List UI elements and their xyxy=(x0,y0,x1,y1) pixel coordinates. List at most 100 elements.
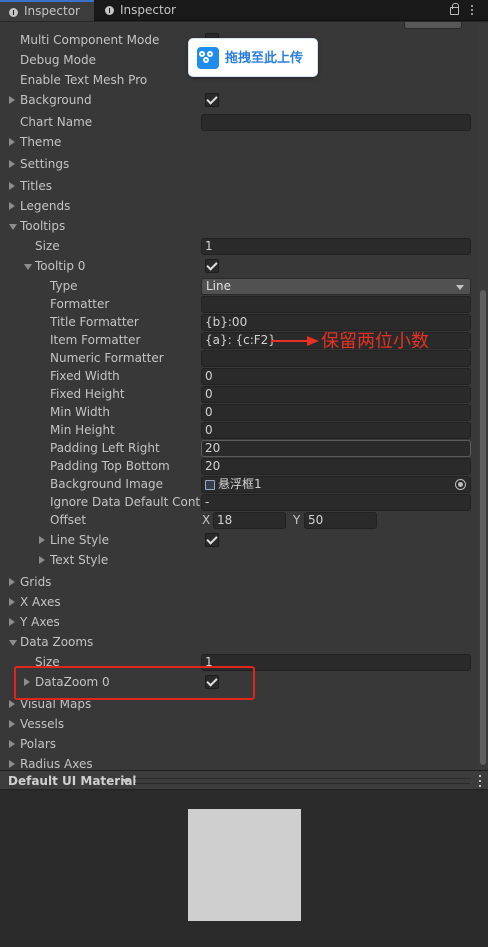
inspector-row: Tooltips xyxy=(0,217,488,235)
upload-button[interactable]: 拖拽至此上传 xyxy=(188,38,318,77)
value-field[interactable]: 1 xyxy=(201,238,471,255)
cloud-upload-icon xyxy=(197,47,219,69)
row-label[interactable]: Text Style xyxy=(50,551,200,569)
tab-actions xyxy=(448,3,482,17)
row-label[interactable]: Radius Axes xyxy=(20,755,93,770)
foldout-closed-icon[interactable] xyxy=(9,160,15,168)
offset-y-field[interactable]: 50 xyxy=(304,512,377,529)
row-label: Fixed Width xyxy=(50,369,120,383)
inspector-row: Y Axes xyxy=(0,613,488,631)
material-title: Default UI Material xyxy=(8,774,137,788)
inspector-row: Data Zooms xyxy=(0,633,488,651)
row-label: Offset xyxy=(50,513,87,527)
inspector-row: Theme xyxy=(0,133,488,151)
row-label[interactable]: Titles xyxy=(20,177,52,195)
foldout-open-icon[interactable] xyxy=(9,224,17,230)
tab-label: Inspector xyxy=(120,3,176,17)
sprite-icon xyxy=(205,480,215,490)
row-label[interactable]: Background xyxy=(20,91,92,109)
material-header[interactable]: Default UI Material xyxy=(0,770,488,790)
foldout-open-icon[interactable] xyxy=(9,640,17,646)
foldout-closed-icon[interactable] xyxy=(9,740,15,748)
foldout-closed-icon[interactable] xyxy=(9,182,15,190)
foldout-open-icon[interactable] xyxy=(24,264,32,270)
foldout-closed-icon[interactable] xyxy=(9,598,15,606)
foldout-closed-icon[interactable] xyxy=(9,138,15,146)
row-label[interactable]: Line Style xyxy=(50,531,200,549)
foldout-closed-icon[interactable] xyxy=(9,202,15,210)
inspector-row: Settings xyxy=(0,155,488,173)
toggle-checkbox[interactable] xyxy=(205,259,219,273)
value-field[interactable]: - xyxy=(201,494,471,511)
value-field[interactable]: 0 xyxy=(201,404,471,421)
foldout-closed-icon[interactable] xyxy=(39,536,45,544)
info-icon xyxy=(9,8,18,17)
value-field[interactable]: 20 xyxy=(201,458,471,475)
row-label[interactable]: Theme xyxy=(20,133,61,151)
value-field[interactable]: 20 xyxy=(201,440,471,457)
row-label[interactable]: X Axes xyxy=(20,593,61,611)
row-label[interactable]: Grids xyxy=(20,573,51,591)
row-label: Min Width xyxy=(50,405,110,419)
row-label: Min Height xyxy=(50,423,115,437)
chevron-down-icon[interactable] xyxy=(122,779,130,784)
foldout-closed-icon[interactable] xyxy=(9,578,15,586)
info-icon xyxy=(105,6,114,15)
inspector-row: Min Width 0 xyxy=(0,403,488,421)
row-label: Fixed Height xyxy=(50,387,125,401)
foldout-closed-icon[interactable] xyxy=(9,700,15,708)
x-label: X xyxy=(202,513,211,527)
row-label[interactable]: Settings xyxy=(20,155,69,173)
scrollbar-thumb[interactable] xyxy=(480,290,486,765)
row-label: Type xyxy=(50,279,78,293)
row-label[interactable]: Y Axes xyxy=(20,613,60,631)
row-label[interactable]: Polars xyxy=(20,735,56,753)
foldout-closed-icon[interactable] xyxy=(9,720,15,728)
object-picker-icon[interactable] xyxy=(455,479,466,490)
row-label[interactable]: Legends xyxy=(20,197,70,215)
annotation-arrow xyxy=(271,336,319,346)
row-label[interactable]: Data Zooms xyxy=(20,633,93,651)
inspector-row: Chart Name xyxy=(0,113,488,131)
tab-inspector-2[interactable]: Inspector xyxy=(96,0,194,21)
inspector-row: Min Height 0 xyxy=(0,421,488,439)
kebab-menu-icon[interactable] xyxy=(478,775,482,787)
inspector-row: Text Style xyxy=(0,551,488,569)
value-field[interactable]: 0 xyxy=(201,422,471,439)
inspector-row: Grids xyxy=(0,573,488,591)
kebab-menu-icon[interactable] xyxy=(468,4,476,16)
row-label[interactable]: Tooltip 0 xyxy=(35,257,85,275)
value-field[interactable] xyxy=(201,296,471,313)
inspector-row: Background xyxy=(0,91,488,109)
row-label: Ignore Data Default Content xyxy=(50,495,200,509)
foldout-closed-icon[interactable] xyxy=(9,760,15,768)
inspector-row: Line Style xyxy=(0,531,488,549)
inspector-panel: Multi Component Mode Debug Mode Enable Tex… xyxy=(0,22,488,770)
inspector-row: Fixed Height 0 xyxy=(0,385,488,403)
row-label: Padding Top Bottom xyxy=(50,459,170,473)
foldout-closed-icon[interactable] xyxy=(9,96,15,104)
toggle-checkbox[interactable] xyxy=(205,533,219,547)
value-field[interactable] xyxy=(201,114,471,131)
toggle-checkbox[interactable] xyxy=(205,93,219,107)
splitter-handle[interactable] xyxy=(135,778,470,784)
row-label: Enable Text Mesh Pro xyxy=(20,73,148,87)
value-field[interactable]: 0 xyxy=(201,368,471,385)
foldout-closed-icon[interactable] xyxy=(9,618,15,626)
offset-x-field[interactable]: 18 xyxy=(213,512,286,529)
value-field[interactable]: 0 xyxy=(201,386,471,403)
row-label: Numeric Formatter xyxy=(50,351,164,365)
annotation-text: 保留两位小数 xyxy=(321,331,429,352)
component-button[interactable] xyxy=(404,22,462,29)
foldout-closed-icon[interactable] xyxy=(39,556,45,564)
lock-icon[interactable] xyxy=(450,3,459,15)
tab-inspector-1[interactable]: Inspector xyxy=(0,0,94,21)
row-label[interactable]: Tooltips xyxy=(20,217,65,235)
inspector-row: Fixed Width 0 xyxy=(0,367,488,385)
row-label[interactable]: Vessels xyxy=(20,715,64,733)
inspector-row: Ignore Data Default Content- xyxy=(0,493,488,511)
type-dropdown[interactable]: Line xyxy=(201,278,471,295)
row-label: Formatter xyxy=(50,297,110,311)
inspector-row: Radius Axes xyxy=(0,755,488,770)
object-field[interactable]: 悬浮框1 xyxy=(201,476,471,493)
